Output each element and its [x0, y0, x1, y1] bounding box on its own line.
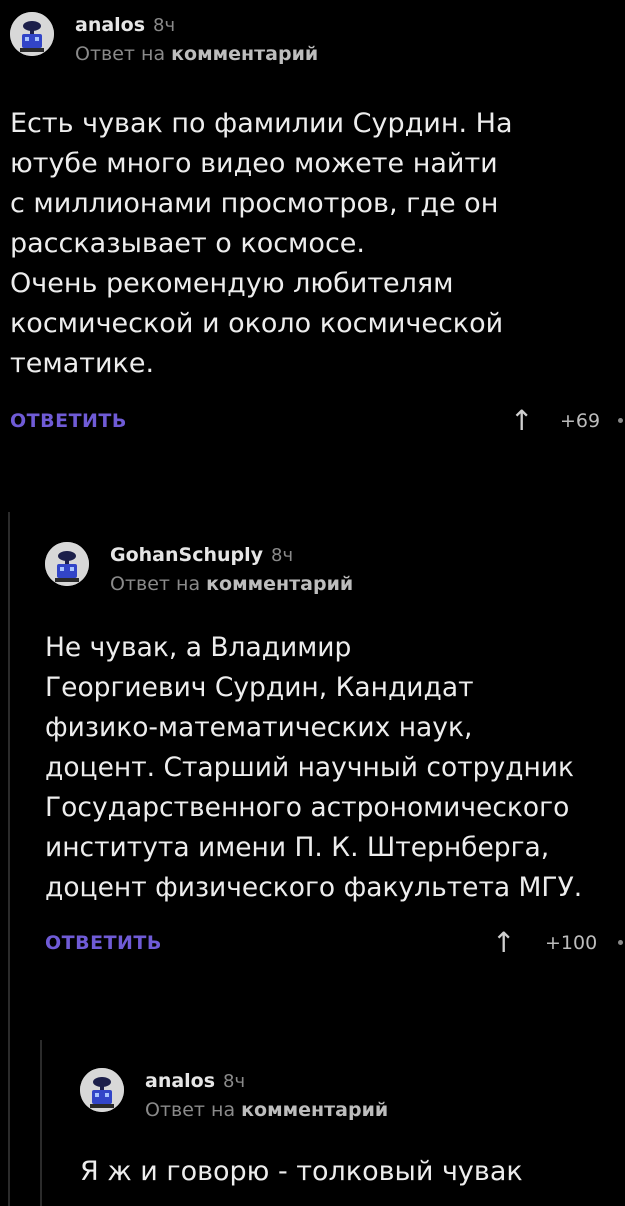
reply-to-prefix: Ответ на [75, 43, 166, 65]
thread-line-level-2 [40, 1040, 42, 1206]
comment-text: Я ж и говорю - толковый чувак [80, 1156, 523, 1187]
author-name[interactable]: GohanSchuply 8ч [110, 544, 293, 566]
more-options-icon[interactable] [618, 940, 623, 945]
reply-button[interactable]: ОТВЕТИТЬ [10, 410, 127, 432]
reply-to-line: Ответ на комментарий [75, 43, 318, 65]
reply-to-prefix: Ответ на [145, 1099, 236, 1121]
comment: analos 8ч Ответ на комментарий Я ж и гово… [80, 1058, 625, 1192]
avatar-icon[interactable] [80, 1068, 124, 1112]
reply-button[interactable]: ОТВЕТИТЬ [45, 932, 162, 954]
upvote-arrow-icon[interactable]: ↑ [492, 926, 515, 960]
reply-to-link[interactable]: комментарий [241, 1099, 388, 1121]
reply-to-line: Ответ на комментарий [145, 1099, 388, 1121]
avatar-icon[interactable] [10, 12, 54, 56]
comment-text: Не чувак, а Владимир Георгиевич Сурдин, … [45, 632, 583, 903]
more-options-icon[interactable] [618, 418, 623, 423]
comment: GohanSchuply 8ч Ответ на комментарий Не ч… [45, 532, 625, 966]
comment: analos 8ч Ответ на комментарий Есть чувак… [10, 2, 625, 444]
comment-header: GohanSchuply 8ч Ответ на комментарий [45, 532, 625, 595]
rating-count: +69 [560, 410, 601, 432]
author-name[interactable]: analos 8ч [145, 1070, 245, 1092]
reply-to-prefix: Ответ на [110, 573, 201, 595]
author-name-text[interactable]: analos [75, 14, 145, 36]
comment-footer: ОТВЕТИТЬ ↑ +100 [45, 926, 625, 966]
upvote-arrow-icon[interactable]: ↑ [510, 404, 533, 438]
author-name-text[interactable]: analos [145, 1070, 215, 1092]
comment-footer: ОТВЕТИТЬ ↑ +69 [10, 404, 625, 444]
comment-header: analos 8ч Ответ на комментарий [80, 1058, 625, 1121]
comment-text: Есть чувак по фамилии Сурдин. На ютубе м… [10, 108, 513, 379]
reply-to-link[interactable]: комментарий [171, 43, 318, 65]
reply-to-link[interactable]: комментарий [206, 573, 353, 595]
author-name-text[interactable]: GohanSchuply [110, 544, 263, 566]
reply-to-line: Ответ на комментарий [110, 573, 353, 595]
rating-count: +100 [545, 932, 598, 954]
comment-header: analos 8ч Ответ на комментарий [10, 2, 625, 65]
comment-time: 8ч [271, 545, 294, 566]
comment-time: 8ч [223, 1071, 246, 1092]
comment-time: 8ч [153, 15, 176, 36]
thread-line-level-1 [8, 512, 10, 1206]
author-name[interactable]: analos 8ч [75, 14, 175, 36]
avatar-icon[interactable] [45, 542, 89, 586]
